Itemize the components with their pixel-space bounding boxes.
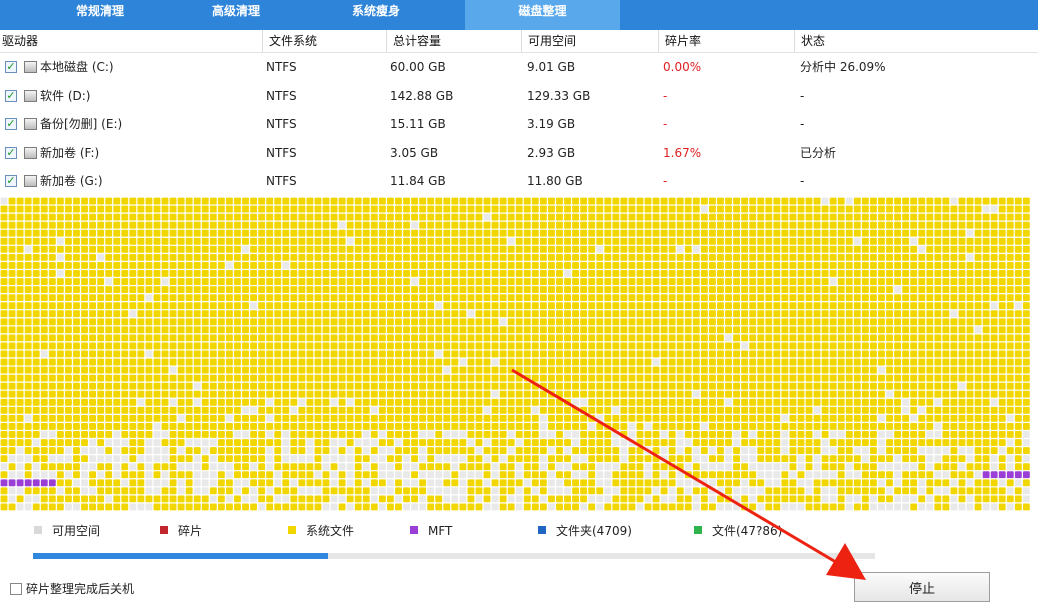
drive-checkbox[interactable]: ✓ bbox=[5, 61, 17, 73]
hard-drive-icon bbox=[24, 89, 37, 102]
total-size-cell: 15.11 GB bbox=[390, 117, 446, 132]
drive-row[interactable]: ✓ 新加卷 (G:) NTFS 11.84 GB 11.80 GB - - bbox=[0, 167, 1038, 196]
column-header-free[interactable]: 可用空间 bbox=[521, 30, 658, 52]
drive-row[interactable]: ✓ 本地磁盘 (C:) NTFS 60.00 GB 9.01 GB 0.00% 分析中 26… bbox=[0, 53, 1038, 82]
total-size-cell: 11.84 GB bbox=[390, 174, 446, 189]
disk-cluster-map bbox=[0, 197, 1038, 515]
status-cell: 已分析 bbox=[800, 145, 837, 160]
filesystem-cell: NTFS bbox=[266, 60, 297, 74]
legend-fragment: 碎片 bbox=[160, 518, 202, 544]
free-space-cell: 9.01 GB bbox=[527, 60, 576, 74]
free-space-cell: 129.33 GB bbox=[527, 88, 591, 103]
cluster-legend: 可用空间 碎片 系统文件 MFT 文件夹(4709) 文件(47?86) bbox=[0, 518, 1038, 544]
fragmentation-cell: 0.00% bbox=[663, 60, 702, 74]
hard-drive-icon bbox=[24, 146, 37, 159]
column-header-fragmentation[interactable]: 碎片率 bbox=[658, 30, 794, 52]
legend-label: 系统文件 bbox=[306, 524, 355, 538]
column-header-status[interactable]: 状态 bbox=[794, 30, 1038, 52]
drive-row[interactable]: ✓ 新加卷 (F:) NTFS 3.05 GB 2.93 GB 1.67% 已分析 bbox=[0, 139, 1038, 168]
legend-file: 文件(47?86) bbox=[694, 518, 782, 544]
shutdown-after-defrag-option[interactable]: 碎片整理完成后关机 bbox=[10, 580, 134, 598]
status-cell: - bbox=[800, 174, 805, 189]
drive-checkbox[interactable]: ✓ bbox=[5, 118, 17, 131]
legend-system-file: 系统文件 bbox=[288, 518, 354, 544]
status-cell: - bbox=[800, 88, 805, 103]
fragmentation-cell: - bbox=[663, 117, 668, 132]
column-header-total[interactable]: 总计容量 bbox=[386, 30, 521, 52]
legend-label: MFT bbox=[428, 524, 453, 538]
legend-label: 可用空间 bbox=[52, 524, 101, 538]
free-space-cell: 2.93 GB bbox=[527, 145, 576, 160]
legend-label: 文件夹(4709) bbox=[556, 524, 632, 538]
drive-name-cell: 新加卷 (F:) bbox=[40, 145, 100, 160]
tab-advanced-clean[interactable]: 高级清理 bbox=[200, 0, 272, 30]
legend-label: 文件(47?86) bbox=[712, 524, 783, 538]
tab-system-slim[interactable]: 系统瘦身 bbox=[340, 0, 412, 30]
legend-free-space: 可用空间 bbox=[34, 518, 100, 544]
fragmentation-cell: - bbox=[663, 88, 668, 103]
drive-checkbox[interactable]: ✓ bbox=[5, 89, 17, 102]
total-size-cell: 142.88 GB bbox=[390, 88, 454, 103]
filesystem-cell: NTFS bbox=[266, 117, 297, 132]
legend-swatch bbox=[538, 526, 546, 534]
tab-disk-defrag[interactable]: 磁盘整理 bbox=[465, 0, 620, 30]
column-header-drive[interactable]: 驱动器 bbox=[0, 30, 262, 52]
shutdown-checkbox[interactable] bbox=[10, 583, 22, 595]
hard-drive-icon bbox=[24, 118, 37, 131]
drive-checkbox[interactable]: ✓ bbox=[5, 175, 17, 188]
legend-swatch bbox=[34, 526, 42, 534]
drive-row[interactable]: ✓ 备份[勿删] (E:) NTFS 15.11 GB 3.19 GB - - bbox=[0, 110, 1038, 139]
status-cell: 分析中 26.09% bbox=[800, 60, 886, 74]
total-size-cell: 3.05 GB bbox=[390, 145, 439, 160]
filesystem-cell: NTFS bbox=[266, 88, 297, 103]
tab-regular-clean[interactable]: 常规清理 bbox=[64, 0, 136, 30]
hard-drive-icon bbox=[24, 61, 37, 73]
filesystem-cell: NTFS bbox=[266, 145, 297, 160]
drive-name-cell: 新加卷 (G:) bbox=[40, 174, 103, 189]
fragmentation-cell: - bbox=[663, 174, 668, 189]
legend-swatch bbox=[410, 526, 418, 534]
drive-row[interactable]: ✓ 软件 (D:) NTFS 142.88 GB 129.33 GB - - bbox=[0, 82, 1038, 111]
legend-mft: MFT bbox=[410, 518, 452, 544]
filesystem-cell: NTFS bbox=[266, 174, 297, 189]
free-space-cell: 3.19 GB bbox=[527, 117, 576, 132]
fragmentation-cell: 1.67% bbox=[663, 145, 702, 160]
status-cell: - bbox=[800, 117, 805, 132]
hard-drive-icon bbox=[24, 175, 37, 188]
drive-name-cell: 本地磁盘 (C:) bbox=[40, 60, 114, 74]
free-space-cell: 11.80 GB bbox=[527, 174, 583, 189]
defrag-progress-fill bbox=[33, 553, 328, 559]
legend-label: 碎片 bbox=[178, 524, 203, 538]
legend-swatch bbox=[288, 526, 296, 534]
legend-swatch bbox=[694, 526, 702, 534]
table-header: 驱动器 文件系统 总计容量 可用空间 碎片率 状态 bbox=[0, 30, 1038, 53]
drive-name-cell: 备份[勿删] (E:) bbox=[40, 117, 123, 132]
tab-bar: 常规清理 高级清理 系统瘦身 磁盘整理 bbox=[0, 0, 1038, 30]
legend-folder: 文件夹(4709) bbox=[538, 518, 632, 544]
drive-name-cell: 软件 (D:) bbox=[40, 88, 91, 103]
column-header-filesystem[interactable]: 文件系统 bbox=[262, 30, 386, 52]
total-size-cell: 60.00 GB bbox=[390, 60, 446, 74]
defrag-progress-bar bbox=[33, 553, 875, 559]
legend-swatch bbox=[160, 526, 168, 534]
drive-checkbox[interactable]: ✓ bbox=[5, 146, 17, 159]
drive-table: 驱动器 文件系统 总计容量 可用空间 碎片率 状态 ✓ 本地磁盘 (C:) NTFS… bbox=[0, 30, 1038, 196]
shutdown-label: 碎片整理完成后关机 bbox=[26, 582, 135, 596]
